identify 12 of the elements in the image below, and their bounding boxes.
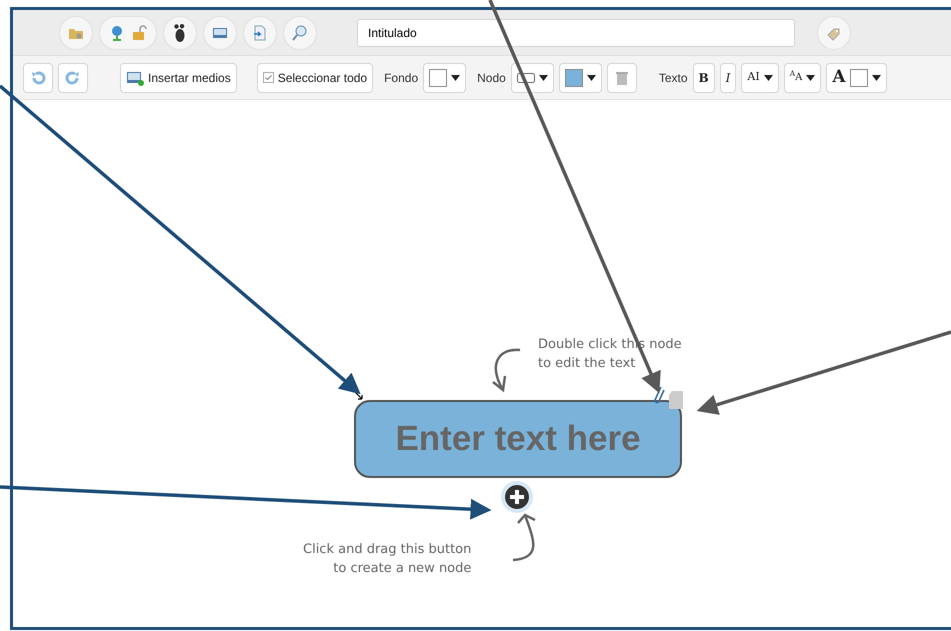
font-button[interactable]: AI <box>741 62 779 92</box>
text-color-button[interactable]: A <box>826 62 887 92</box>
background-label: Fondo <box>384 70 418 86</box>
font-size-button[interactable]: $^{A}$A <box>784 62 822 92</box>
bold-button[interactable]: B <box>692 62 715 92</box>
insert-media-button[interactable]: Insertar medios <box>120 62 237 92</box>
hint-text: Click and drag this button to create a new node <box>303 541 472 578</box>
node-label: Nodo <box>477 70 506 86</box>
italic-button[interactable]: I <box>720 62 736 92</box>
select-all-button[interactable]: Seleccionar todo <box>256 62 374 92</box>
text-label: Texto <box>658 70 688 86</box>
title-field[interactable]: Intitulado <box>357 18 795 46</box>
